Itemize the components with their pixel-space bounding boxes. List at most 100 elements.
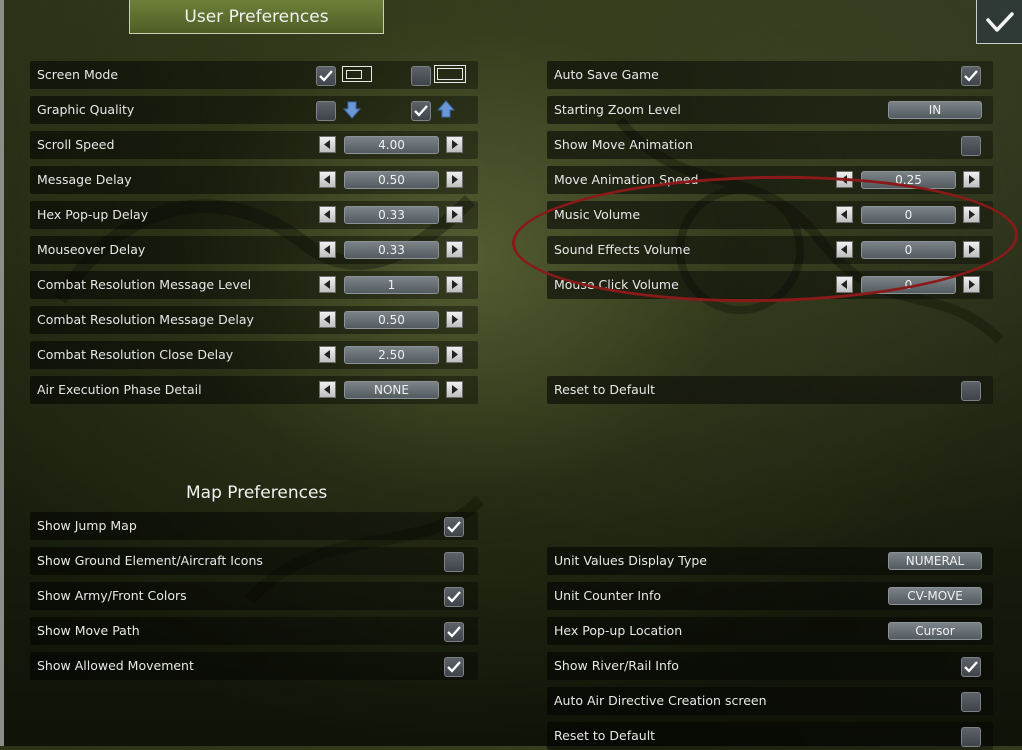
row-label: Hex Pop-up Delay	[37, 207, 149, 222]
row-combat-message-level: Combat Resolution Message Level 1	[30, 271, 478, 299]
close-button[interactable]	[976, 0, 1022, 44]
zoom-level-button[interactable]: IN	[888, 101, 982, 119]
message-delay-value: 0.50	[344, 171, 439, 189]
row-show-jump-map: Show Jump Map	[30, 512, 478, 540]
check-close-icon	[985, 11, 1014, 32]
combat-message-delay-value: 0.50	[344, 311, 439, 329]
air-execution-detail-value: NONE	[344, 381, 439, 399]
decrease-button[interactable]	[319, 171, 336, 188]
row-show-move-path: Show Move Path	[30, 617, 478, 645]
fullscreen-mode-icon	[434, 65, 466, 83]
combat-message-level-value: 1	[344, 276, 439, 294]
graphic-quality-high-checkbox[interactable]	[411, 101, 431, 121]
increase-button[interactable]	[963, 171, 980, 188]
decrease-button[interactable]	[319, 241, 336, 258]
show-allowed-movement-checkbox[interactable]	[444, 657, 464, 677]
show-jump-map-checkbox[interactable]	[444, 517, 464, 537]
row-label: Graphic Quality	[37, 102, 135, 117]
arrow-up-icon	[437, 100, 455, 118]
checkmark-icon	[319, 70, 333, 82]
decrease-button[interactable]	[319, 136, 336, 153]
row-screen-mode: Screen Mode	[30, 61, 478, 89]
decrease-button[interactable]	[836, 241, 853, 258]
increase-button[interactable]	[446, 276, 463, 293]
row-sound-effects-volume: Sound Effects Volume 0	[547, 236, 993, 264]
arrow-right-icon	[969, 175, 975, 184]
decrease-button[interactable]	[319, 311, 336, 328]
row-show-allowed-movement: Show Allowed Movement	[30, 652, 478, 680]
reset-default-map-checkbox[interactable]	[961, 727, 981, 747]
row-label: Scroll Speed	[37, 137, 115, 152]
arrow-left-icon	[324, 350, 330, 359]
checkmark-icon	[447, 591, 461, 603]
row-unit-counter-info: Unit Counter Info CV-MOVE	[547, 582, 993, 610]
decrease-button[interactable]	[836, 276, 853, 293]
auto-save-checkbox[interactable]	[961, 66, 981, 86]
row-label: Hex Pop-up Location	[554, 623, 683, 638]
arrow-right-icon	[452, 210, 458, 219]
increase-button[interactable]	[963, 241, 980, 258]
increase-button[interactable]	[446, 171, 463, 188]
decrease-button[interactable]	[836, 171, 853, 188]
row-label: Move Animation Speed	[554, 172, 699, 187]
unit-counter-info-button[interactable]: CV-MOVE	[888, 587, 982, 605]
row-show-move-animation: Show Move Animation	[547, 131, 993, 159]
show-river-rail-checkbox[interactable]	[961, 657, 981, 677]
arrow-left-icon	[324, 280, 330, 289]
increase-button[interactable]	[446, 381, 463, 398]
row-music-volume: Music Volume 0	[547, 201, 993, 229]
arrow-right-icon	[452, 175, 458, 184]
arrow-right-icon	[452, 385, 458, 394]
increase-button[interactable]	[446, 241, 463, 258]
row-label: Air Execution Phase Detail	[37, 382, 202, 397]
checkmark-icon	[447, 626, 461, 638]
reset-default-checkbox[interactable]	[961, 381, 981, 401]
show-army-colors-checkbox[interactable]	[444, 587, 464, 607]
arrow-left-icon	[324, 245, 330, 254]
screen-mode-fullscreen-checkbox[interactable]	[411, 66, 431, 86]
increase-button[interactable]	[963, 206, 980, 223]
arrow-right-icon	[969, 245, 975, 254]
preferences-screen: User Preferences Screen Mode Graphic Qua…	[0, 0, 1022, 750]
graphic-quality-low-checkbox[interactable]	[316, 101, 336, 121]
mouseover-delay-value: 0.33	[344, 241, 439, 259]
arrow-right-icon	[969, 210, 975, 219]
increase-button[interactable]	[446, 136, 463, 153]
row-label: Auto Save Game	[554, 67, 659, 82]
scroll-speed-value: 4.00	[344, 136, 439, 154]
row-scroll-speed: Scroll Speed 4.00	[30, 131, 478, 159]
arrow-left-icon	[841, 175, 847, 184]
mouse-click-volume-value: 0	[861, 276, 956, 294]
decrease-button[interactable]	[319, 206, 336, 223]
increase-button[interactable]	[963, 276, 980, 293]
decrease-button[interactable]	[319, 381, 336, 398]
row-label: Starting Zoom Level	[554, 102, 681, 117]
decrease-button[interactable]	[836, 206, 853, 223]
hex-popup-location-button[interactable]: Cursor	[888, 622, 982, 640]
arrow-left-icon	[841, 280, 847, 289]
row-graphic-quality: Graphic Quality	[30, 96, 478, 124]
arrow-left-icon	[841, 245, 847, 254]
decrease-button[interactable]	[319, 276, 336, 293]
increase-button[interactable]	[446, 311, 463, 328]
row-hex-popup-delay: Hex Pop-up Delay 0.33	[30, 201, 478, 229]
arrow-right-icon	[452, 280, 458, 289]
increase-button[interactable]	[446, 346, 463, 363]
auto-air-directive-checkbox[interactable]	[961, 692, 981, 712]
arrow-right-icon	[452, 140, 458, 149]
increase-button[interactable]	[446, 206, 463, 223]
decrease-button[interactable]	[319, 346, 336, 363]
move-animation-speed-value: 0.25	[861, 171, 956, 189]
arrow-left-icon	[324, 140, 330, 149]
arrow-down-icon	[343, 101, 361, 119]
show-ground-icons-checkbox[interactable]	[444, 552, 464, 572]
screen-mode-windowed-checkbox[interactable]	[316, 66, 336, 86]
row-label: Mouse Click Volume	[554, 277, 679, 292]
row-combat-message-delay: Combat Resolution Message Delay 0.50	[30, 306, 478, 334]
checkmark-icon	[447, 521, 461, 533]
row-label: Show Army/Front Colors	[37, 588, 187, 603]
show-move-path-checkbox[interactable]	[444, 622, 464, 642]
window-title: User Preferences	[129, 0, 384, 34]
show-move-animation-checkbox[interactable]	[961, 136, 981, 156]
unit-values-display-button[interactable]: NUMERAL	[888, 552, 982, 570]
